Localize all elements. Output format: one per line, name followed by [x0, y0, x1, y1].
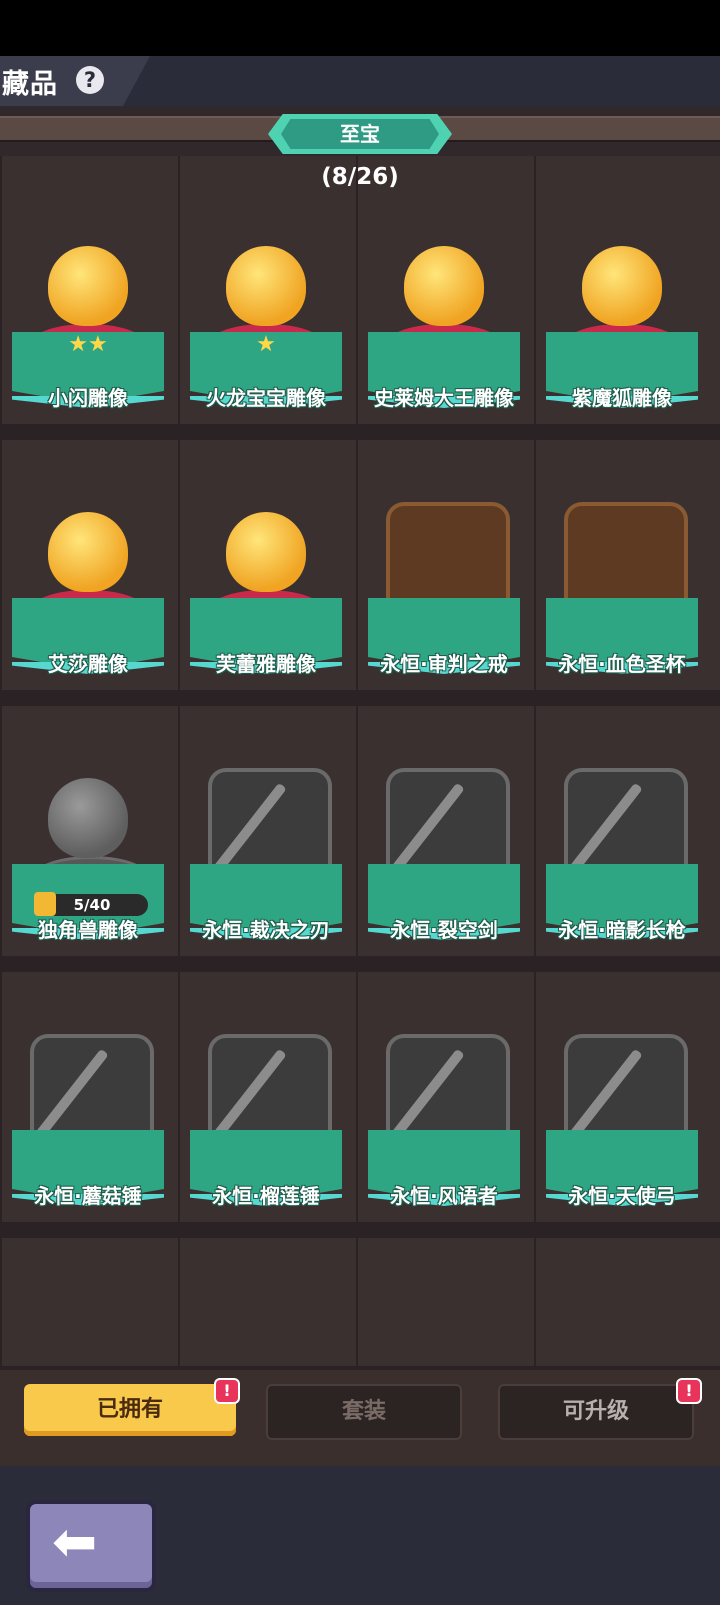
collection-item[interactable]: 紫魔狐雕像	[538, 184, 706, 444]
collection-item[interactable]: 5/40 独角兽雕像	[4, 716, 172, 976]
item-name: 永恒·审判之戒	[380, 652, 508, 676]
item-name: 永恒·裂空剑	[390, 918, 498, 942]
statue-icon	[226, 246, 306, 326]
collection-item[interactable]: 永恒·风语者	[360, 982, 528, 1242]
collection-item[interactable]: 永恒·裁决之刃	[182, 716, 350, 976]
collection-item[interactable]: 永恒·裂空剑	[360, 716, 528, 976]
collection-item[interactable]: ★ 火龙宝宝雕像	[182, 184, 350, 444]
collection-panel[interactable]: 至宝 (8/26) ★★ 小闪雕像 ★ 火龙宝宝雕像 史莱姆大王雕像 紫魔狐雕像 艾莎雕像芙…	[0, 106, 720, 1366]
page-title: 藏品	[2, 69, 58, 100]
category-title: 至宝	[281, 119, 439, 149]
collection-item[interactable]: 芙蕾雅雕像	[182, 450, 350, 710]
tab-owned[interactable]: 已拥有	[24, 1384, 236, 1436]
item-name: 艾莎雕像	[48, 652, 128, 676]
statue-icon	[404, 246, 484, 326]
collection-item[interactable]: 永恒·血色圣杯	[538, 450, 706, 710]
item-name: 永恒·蘑菇锤	[34, 1184, 142, 1208]
star-rating: ★	[256, 332, 276, 357]
notification-badge: !	[676, 1378, 702, 1404]
statue-icon	[226, 512, 306, 592]
statue-icon	[48, 512, 128, 592]
star-rating: ★★	[68, 332, 108, 357]
tab-upgradable[interactable]: 可升级	[498, 1384, 694, 1440]
statue-icon	[48, 246, 128, 326]
item-name: 永恒·血色圣杯	[558, 652, 686, 676]
question-icon[interactable]: ?	[76, 66, 104, 94]
collection-item[interactable]: 永恒·榴莲锤	[182, 982, 350, 1242]
item-name: 紫魔狐雕像	[572, 386, 672, 410]
collection-item[interactable]: 史莱姆大王雕像	[360, 184, 528, 444]
collection-item[interactable]: 永恒·暗影长枪	[538, 716, 706, 976]
item-name: 永恒·暗影长枪	[558, 918, 686, 942]
item-name: 独角兽雕像	[38, 918, 138, 942]
tab-sets[interactable]: 套装	[266, 1384, 462, 1440]
item-name: 小闪雕像	[48, 386, 128, 410]
arrow-left-icon: ⬅	[52, 1510, 98, 1573]
collection-item[interactable]: 艾莎雕像	[4, 450, 172, 710]
collection-item[interactable]: 永恒·蘑菇锤	[4, 982, 172, 1242]
status-bar	[0, 0, 720, 56]
item-name: 永恒·裁决之刃	[202, 918, 330, 942]
collection-item[interactable]: ★★ 小闪雕像	[4, 184, 172, 444]
puzzle-piece-icon	[34, 892, 56, 916]
collection-item[interactable]: 永恒·审判之戒	[360, 450, 528, 710]
item-name: 史莱姆大王雕像	[374, 386, 514, 410]
collection-item[interactable]: 永恒·天使弓	[538, 982, 706, 1242]
item-name: 永恒·榴莲锤	[212, 1184, 320, 1208]
item-name: 永恒·风语者	[390, 1184, 498, 1208]
item-name: 芙蕾雅雕像	[216, 652, 316, 676]
item-name: 火龙宝宝雕像	[206, 386, 326, 410]
notification-badge: !	[214, 1378, 240, 1404]
locked-statue-icon	[48, 778, 128, 858]
statue-icon	[582, 246, 662, 326]
item-name: 永恒·天使弓	[568, 1184, 676, 1208]
